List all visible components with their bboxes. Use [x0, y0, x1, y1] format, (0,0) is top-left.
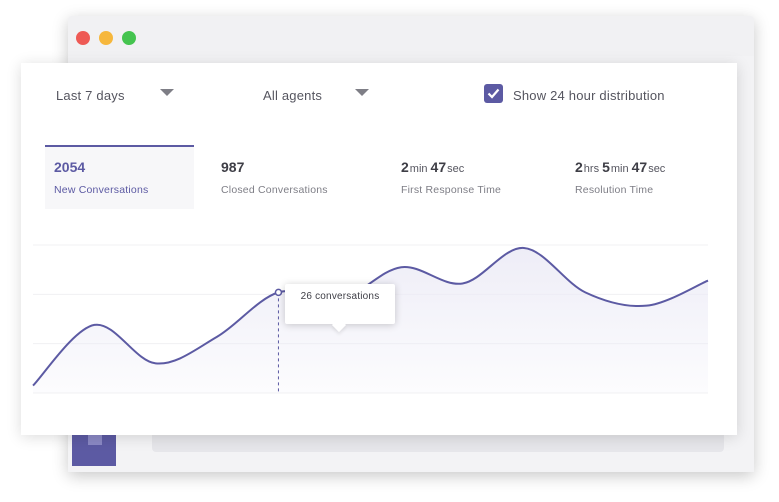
period-dropdown[interactable]: Last 7 days [56, 88, 174, 103]
metric-unit: min [610, 163, 629, 175]
metric-unit: min [409, 163, 428, 175]
metric-label: Resolution Time [575, 184, 654, 196]
metric-new-conversations[interactable]: 2054 New Conversations [45, 145, 194, 209]
checkmark-icon [487, 88, 500, 99]
distribution-checkbox[interactable] [484, 84, 503, 103]
metric-number: 5 [602, 159, 610, 175]
chevron-down-icon [160, 89, 174, 96]
metric-unit: hrs [583, 163, 600, 175]
metric-label: New Conversations [54, 184, 149, 196]
distribution-label: Show 24 hour distribution [513, 88, 665, 103]
metric-number: 2 [401, 159, 409, 175]
metric-value: 2min 47sec [401, 159, 467, 175]
metric-first-response-time[interactable]: 2min 47sec First Response Time [400, 145, 560, 207]
analytics-card: Last 7 days All agents Show 24 hour dist… [21, 63, 737, 435]
agents-dropdown[interactable]: All agents [263, 88, 369, 103]
metric-value: 2054 [54, 159, 86, 175]
chevron-down-icon [355, 89, 369, 96]
metric-value: 987 [221, 159, 245, 175]
close-window-button[interactable] [76, 31, 90, 45]
chart-tooltip: 26 conversations [285, 284, 395, 324]
metric-unit: sec [447, 163, 465, 175]
chart-highlight-point [274, 288, 283, 297]
metric-value: 2hrs 5min 47sec [575, 159, 668, 175]
period-dropdown-label: Last 7 days [56, 88, 125, 103]
metric-closed-conversations[interactable]: 987 Closed Conversations [220, 145, 370, 207]
title-bar [68, 16, 754, 56]
metric-label: Closed Conversations [221, 184, 328, 196]
metric-resolution-time[interactable]: 2hrs 5min 47sec Resolution Time [574, 145, 724, 207]
metric-number: 2 [575, 159, 583, 175]
minimize-window-button[interactable] [99, 31, 113, 45]
metric-number: 47 [631, 159, 648, 175]
agents-dropdown-label: All agents [263, 88, 323, 103]
maximize-window-button[interactable] [122, 31, 136, 45]
metric-number: 47 [430, 159, 447, 175]
metric-unit: sec [648, 163, 666, 175]
metric-label: First Response Time [401, 184, 502, 196]
